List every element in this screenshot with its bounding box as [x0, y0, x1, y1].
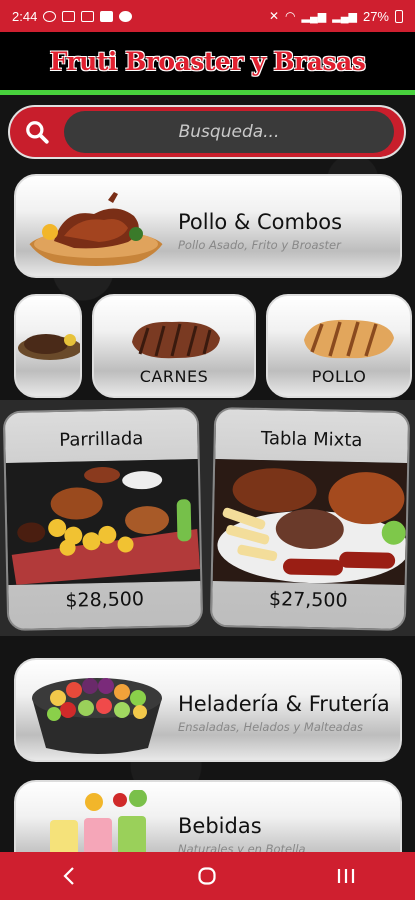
promo-title-tabla: Tabla Mixta	[260, 427, 363, 452]
home-icon[interactable]	[187, 856, 227, 896]
mute-icon: ✕	[268, 9, 280, 23]
status-time: 2:44	[12, 8, 38, 24]
tabla-mixta-image	[212, 459, 408, 585]
battery-icon	[395, 9, 403, 23]
whatsapp-icon	[43, 10, 57, 22]
promo-price: $28,500	[65, 588, 145, 612]
category-subtitle-heladeria: Ensaladas, Helados y Malteadas	[178, 720, 364, 734]
category-subtitle: Pollo Asado, Frito y Broaster	[178, 238, 341, 252]
signal-icon-2: ▂▄▆	[332, 10, 357, 23]
category-card-grilled[interactable]	[14, 294, 82, 398]
signal-icon: ▂▄▆	[301, 10, 327, 23]
video-icon	[62, 10, 76, 22]
app-title: Fruti Broaster y Brasas	[49, 46, 366, 76]
promo-card-tabla-mixta[interactable]: Tabla Mixta $27,500	[209, 406, 411, 632]
search-input[interactable]	[64, 111, 394, 153]
recents-icon[interactable]	[326, 856, 366, 896]
wifi-icon: ◠	[285, 9, 296, 23]
promo-price-tabla: $27,500	[268, 588, 348, 612]
back-icon[interactable]	[49, 856, 89, 896]
status-bar: 2:44 ✕ ◠ ▂▄▆ ▂▄▆ 27%	[0, 0, 415, 32]
category-label-pollo: POLLO	[311, 367, 367, 386]
promo-card-parrillada[interactable]: Parrillada $28,500	[2, 406, 204, 632]
battery-text: 27%	[362, 8, 389, 24]
category-card-carnes[interactable]: CARNES	[92, 294, 256, 398]
fruit-platter-image	[32, 678, 162, 754]
category-card-heladeria[interactable]: Heladería & Frutería Ensaladas, Helados …	[14, 658, 402, 762]
category-title: Pollo & Combos	[178, 210, 343, 234]
grilled-meat-image	[18, 334, 80, 360]
search-bar	[8, 105, 406, 159]
parrillada-image	[5, 459, 201, 585]
category-label-carnes: CARNES	[139, 367, 209, 386]
category-card-pollo-combos[interactable]: Pollo & Combos Pollo Asado, Frito y Broa…	[14, 174, 402, 278]
app-header: Fruti Broaster y Brasas	[0, 32, 415, 90]
steak-image	[132, 321, 220, 359]
shield-icon	[119, 10, 133, 22]
chicken-breast-image	[304, 319, 394, 359]
category-title-heladeria: Heladería & Frutería	[178, 692, 390, 716]
system-nav-bar	[0, 852, 415, 900]
mail-icon	[100, 10, 114, 22]
category-card-pollo[interactable]: POLLO	[266, 294, 412, 398]
message-icon	[81, 10, 95, 22]
search-icon[interactable]	[20, 115, 54, 149]
header-divider	[0, 90, 415, 95]
category-title-bebidas: Bebidas	[178, 814, 262, 838]
promo-title: Parrillada	[59, 428, 144, 451]
roast-chicken-image	[28, 192, 164, 266]
